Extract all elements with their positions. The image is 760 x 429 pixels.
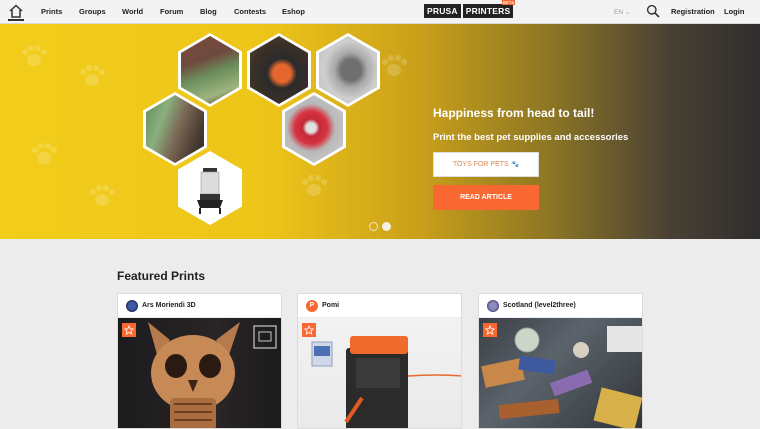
print-thumbnail[interactable] bbox=[479, 318, 642, 428]
paw-icon bbox=[80, 65, 105, 86]
registration-link[interactable]: Registration bbox=[671, 7, 715, 16]
nav-link-prints[interactable]: Prints bbox=[41, 7, 62, 16]
star-icon bbox=[122, 323, 136, 337]
print-thumbnail[interactable] bbox=[298, 318, 461, 428]
logo-text-printers: PRINTERS BETA bbox=[460, 0, 516, 18]
hero-subtitle: Print the best pet supplies and accessor… bbox=[433, 132, 629, 143]
chevron-down-icon: ⌄ bbox=[624, 9, 631, 16]
hex-photo-food-dispenser bbox=[178, 33, 242, 107]
slider-dot-1[interactable] bbox=[369, 222, 378, 231]
avatar[interactable]: P bbox=[306, 299, 318, 312]
site-logo[interactable]: PRUSA PRINTERS BETA bbox=[424, 0, 516, 18]
paw-icon bbox=[90, 185, 115, 206]
top-navigation: Prints Groups World Forum Blog Contests … bbox=[0, 0, 760, 24]
logo-text-printers-label: PRINTERS bbox=[465, 6, 511, 16]
filament-box-photo bbox=[311, 336, 461, 428]
nav-link-forum[interactable]: Forum bbox=[160, 7, 183, 16]
hex-photo-litter-scoop bbox=[316, 33, 380, 107]
nav-link-groups[interactable]: Groups bbox=[79, 7, 106, 16]
author-name[interactable]: Scotland (level2three) bbox=[503, 302, 576, 309]
hex-photo-feeder bbox=[178, 151, 242, 225]
avatar[interactable] bbox=[487, 299, 499, 312]
skull-print-photo bbox=[148, 322, 277, 428]
nav-link-contests[interactable]: Contests bbox=[234, 7, 266, 16]
nav-link-world[interactable]: World bbox=[122, 7, 143, 16]
star-icon bbox=[302, 323, 316, 337]
print-thumbnail[interactable] bbox=[118, 318, 281, 428]
hex-photo-pet-bowl bbox=[282, 92, 346, 166]
language-label: EN bbox=[614, 9, 624, 16]
login-link[interactable]: Login bbox=[724, 7, 744, 16]
card-header: Scotland (level2three) bbox=[479, 294, 642, 318]
hero-banner[interactable]: Happiness from head to tail! Print the b… bbox=[0, 24, 760, 239]
paw-icon bbox=[22, 45, 47, 66]
paw-icon bbox=[382, 55, 407, 76]
author-name[interactable]: Ars Moriendi 3D bbox=[142, 302, 196, 309]
hex-photo-cat bbox=[143, 92, 207, 166]
beta-badge: BETA bbox=[501, 0, 516, 5]
paw-icon bbox=[302, 175, 327, 196]
print-card[interactable]: P Pomi bbox=[297, 293, 462, 429]
star-icon bbox=[483, 323, 497, 337]
hero-title: Happiness from head to tail! bbox=[433, 106, 595, 120]
author-name[interactable]: Pomi bbox=[322, 302, 339, 309]
search-icon[interactable] bbox=[646, 4, 660, 18]
language-selector[interactable]: EN ⌄ bbox=[614, 8, 630, 16]
nav-link-blog[interactable]: Blog bbox=[200, 7, 217, 16]
print-card[interactable]: Scotland (level2three) bbox=[478, 293, 643, 429]
nav-link-eshop[interactable]: Eshop bbox=[282, 7, 305, 16]
featured-prints-heading: Featured Prints bbox=[117, 269, 206, 283]
toys-for-pets-label: TOYS FOR PETS bbox=[452, 161, 509, 168]
board-game-pieces-photo bbox=[481, 326, 642, 428]
avatar[interactable] bbox=[126, 299, 138, 312]
slider-dot-2[interactable] bbox=[382, 222, 391, 231]
hex-photo-harness bbox=[247, 33, 311, 107]
card-header: P Pomi bbox=[298, 294, 461, 318]
read-article-button[interactable]: READ ARTICLE bbox=[433, 185, 539, 210]
card-header: Ars Moriendi 3D bbox=[118, 294, 281, 318]
print-card[interactable]: Ars Moriendi 3D bbox=[117, 293, 282, 429]
home-icon[interactable] bbox=[8, 3, 24, 21]
logo-text-prusa: PRUSA bbox=[424, 4, 461, 18]
toys-for-pets-button[interactable]: TOYS FOR PETS 🐾 bbox=[433, 152, 539, 177]
paw-icon: 🐾 bbox=[511, 162, 520, 168]
paw-icon bbox=[32, 143, 57, 164]
